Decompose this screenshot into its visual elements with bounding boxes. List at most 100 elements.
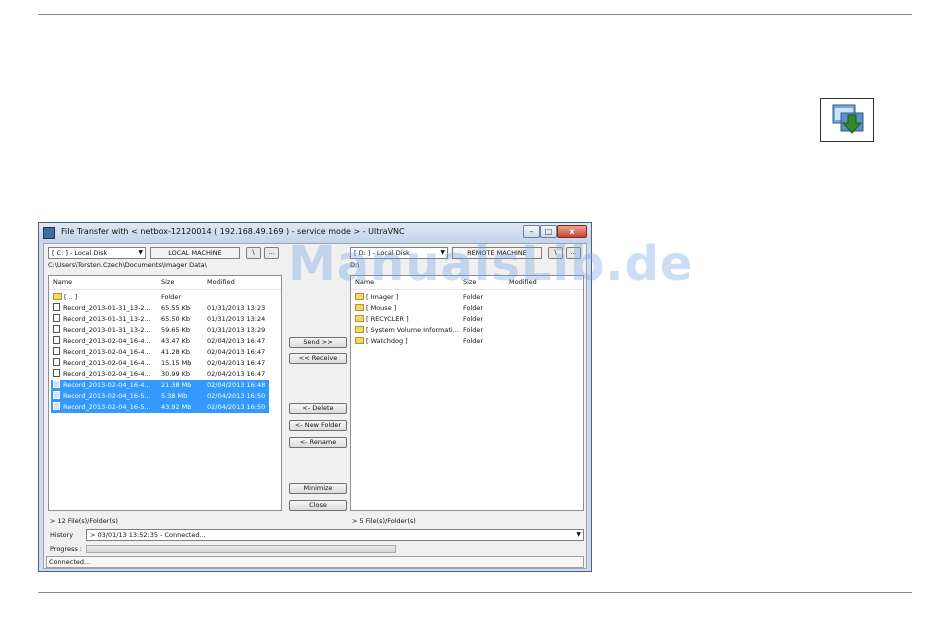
local-row-modified: 02/04/2013 16:50	[207, 403, 266, 411]
file-icon	[53, 358, 60, 366]
local-row-name-text: Record_2013-01-31_13-2...	[63, 315, 151, 323]
file-transfer-icon	[820, 98, 874, 142]
send-button[interactable]: Send >>	[289, 337, 347, 348]
status-bar-text: Connected...	[49, 558, 91, 566]
local-col-modified[interactable]: Modified	[207, 276, 235, 289]
bottom-rule	[38, 592, 912, 593]
folder-icon	[355, 314, 364, 322]
remote-row-name: [ Mouse ]	[355, 303, 459, 314]
folder-icon	[53, 292, 62, 300]
local-row-name: Record_2013-01-31_13-2...	[53, 325, 157, 336]
receive-button[interactable]: << Receive	[289, 353, 347, 364]
remote-file-list[interactable]: Name Size Modified [ Imager ] Folder[ Mou…	[350, 275, 584, 511]
local-row-size: 15.15 Mb	[161, 359, 192, 367]
remote-row[interactable]: [ System Volume Informati... Folder	[353, 325, 581, 336]
remote-row-size: Folder	[463, 293, 484, 301]
local-row-name: Record_2013-02-04_16-5...	[53, 402, 157, 413]
remote-row-name-text: [ Mouse ]	[366, 304, 397, 312]
chevron-down-icon: ▼	[138, 249, 143, 256]
local-row[interactable]: Record_2013-01-31_13-2... 59.65 Kb 01/31/2…	[51, 325, 279, 336]
file-icon	[53, 369, 60, 377]
file-icon	[53, 314, 60, 322]
local-row[interactable]: Record_2013-02-04_16-5... 43.92 Mb 02/04/2…	[51, 402, 269, 413]
top-rule	[38, 14, 912, 15]
delete-button[interactable]: <- Delete	[289, 403, 347, 414]
local-row-modified: 02/04/2013 16:47	[207, 348, 266, 356]
local-row-name: Record_2013-02-04_16-4...	[53, 336, 157, 347]
file-icon	[53, 402, 60, 410]
watermark: ManualsLib.de	[288, 236, 694, 292]
local-row[interactable]: [ .. ] Folder	[51, 292, 279, 303]
local-row-modified: 02/04/2013 16:48	[207, 381, 266, 389]
local-row-name-text: Record_2013-02-04_16-4...	[63, 370, 151, 378]
local-row-modified: 02/04/2013 16:47	[207, 359, 266, 367]
local-status: > 12 File(s)/Folder(s)	[50, 517, 118, 525]
local-row-size: 21.38 Mb	[161, 381, 192, 389]
history-select[interactable]: > 03/01/13 13:52:35 - Connected... ▼	[86, 529, 584, 541]
progress-bar	[86, 545, 396, 553]
local-row-name-text: Record_2013-02-04_16-4...	[63, 359, 151, 367]
local-row-modified: 02/04/2013 16:47	[207, 370, 266, 378]
local-file-list[interactable]: Name Size Modified [ .. ] Folder Record_20…	[48, 275, 282, 511]
local-row-name-text: Record_2013-02-04_16-4...	[63, 348, 151, 356]
local-col-name[interactable]: Name	[53, 276, 72, 289]
local-row-size: 65.55 Kb	[161, 304, 191, 312]
local-row-modified: 02/04/2013 16:50	[207, 392, 266, 400]
local-row[interactable]: Record_2013-02-04_16-5... 5.38 Mb 02/04/20…	[51, 391, 269, 402]
local-up-button[interactable]: \	[246, 247, 261, 259]
history-value: > 03/01/13 13:52:35 - Connected...	[90, 531, 206, 539]
remote-row[interactable]: [ Mouse ] Folder	[353, 303, 581, 314]
local-row[interactable]: Record_2013-01-31_13-2... 65.50 Kb 01/31/2…	[51, 314, 279, 325]
local-row-name-text: Record_2013-01-31_13-2...	[63, 326, 151, 334]
rename-button[interactable]: <- Rename	[289, 437, 347, 448]
local-row-size: Folder	[161, 293, 182, 301]
local-row-name: Record_2013-01-31_13-2...	[53, 314, 157, 325]
local-row-name: Record_2013-01-31_13-2...	[53, 303, 157, 314]
remote-row-size: Folder	[463, 304, 484, 312]
local-row-name-text: Record_2013-02-04_16-5...	[63, 392, 151, 400]
remote-row[interactable]: [ Watchdog ] Folder	[353, 336, 581, 347]
remote-row-size: Folder	[463, 337, 484, 345]
local-browse-button[interactable]: ...	[264, 247, 279, 259]
local-col-size[interactable]: Size	[161, 276, 174, 289]
folder-icon	[355, 336, 364, 344]
local-row-size: 41.28 Kb	[161, 348, 191, 356]
local-row-modified: 02/04/2013 16:47	[207, 337, 266, 345]
local-row[interactable]: Record_2013-02-04_16-4... 41.28 Kb 02/04/2…	[51, 347, 279, 358]
remote-row-name-text: [ RECYCLER ]	[366, 315, 409, 323]
progress-label: Progress :	[50, 545, 82, 553]
remote-row-name-text: [ System Volume Informati...	[366, 326, 459, 334]
local-row[interactable]: Record_2013-02-04_16-4... 21.38 Mb 02/04/2…	[51, 380, 269, 391]
local-row[interactable]: Record_2013-02-04_16-4... 30.99 Kb 02/04/2…	[51, 369, 279, 380]
app-icon	[43, 227, 55, 239]
remote-row-size: Folder	[463, 326, 484, 334]
close-button[interactable]: Close	[289, 500, 347, 511]
remote-row-name-text: [ Watchdog ]	[366, 337, 408, 345]
local-row[interactable]: Record_2013-02-04_16-4... 15.15 Mb 02/04/2…	[51, 358, 279, 369]
remote-row-name: [ Imager ]	[355, 292, 459, 303]
file-icon	[53, 303, 60, 311]
history-label: History	[50, 531, 74, 539]
local-row[interactable]: Record_2013-01-31_13-2... 65.55 Kb 01/31/2…	[51, 303, 279, 314]
local-row[interactable]: Record_2013-02-04_16-4... 43.47 Kb 02/04/2…	[51, 336, 279, 347]
remote-row-size: Folder	[463, 315, 484, 323]
local-row-size: 43.47 Kb	[161, 337, 191, 345]
local-row-size: 43.92 Mb	[161, 403, 192, 411]
local-row-size: 59.65 Kb	[161, 326, 191, 334]
remote-row-name: [ RECYCLER ]	[355, 314, 459, 325]
local-drive-select[interactable]: [ C: ] - Local Disk ▼	[48, 247, 146, 259]
remote-row[interactable]: [ Imager ] Folder	[353, 292, 581, 303]
local-machine-label: LOCAL MACHINE	[150, 247, 240, 259]
remote-row[interactable]: [ RECYCLER ] Folder	[353, 314, 581, 325]
local-row-size: 65.50 Kb	[161, 315, 191, 323]
local-row-modified: 01/31/2013 13:29	[207, 326, 266, 334]
local-row-name: Record_2013-02-04_16-4...	[53, 347, 157, 358]
local-header-divider	[49, 289, 281, 290]
local-row-name-text: Record_2013-02-04_16-4...	[63, 337, 151, 345]
local-row-name: Record_2013-02-04_16-4...	[53, 369, 157, 380]
minimize-button[interactable]: Minimize	[289, 483, 347, 494]
new-folder-button[interactable]: <- New Folder	[289, 420, 347, 431]
local-row-name: [ .. ]	[53, 292, 157, 303]
local-row-name-text: Record_2013-02-04_16-4...	[63, 381, 151, 389]
local-row-modified: 01/31/2013 13:24	[207, 315, 266, 323]
